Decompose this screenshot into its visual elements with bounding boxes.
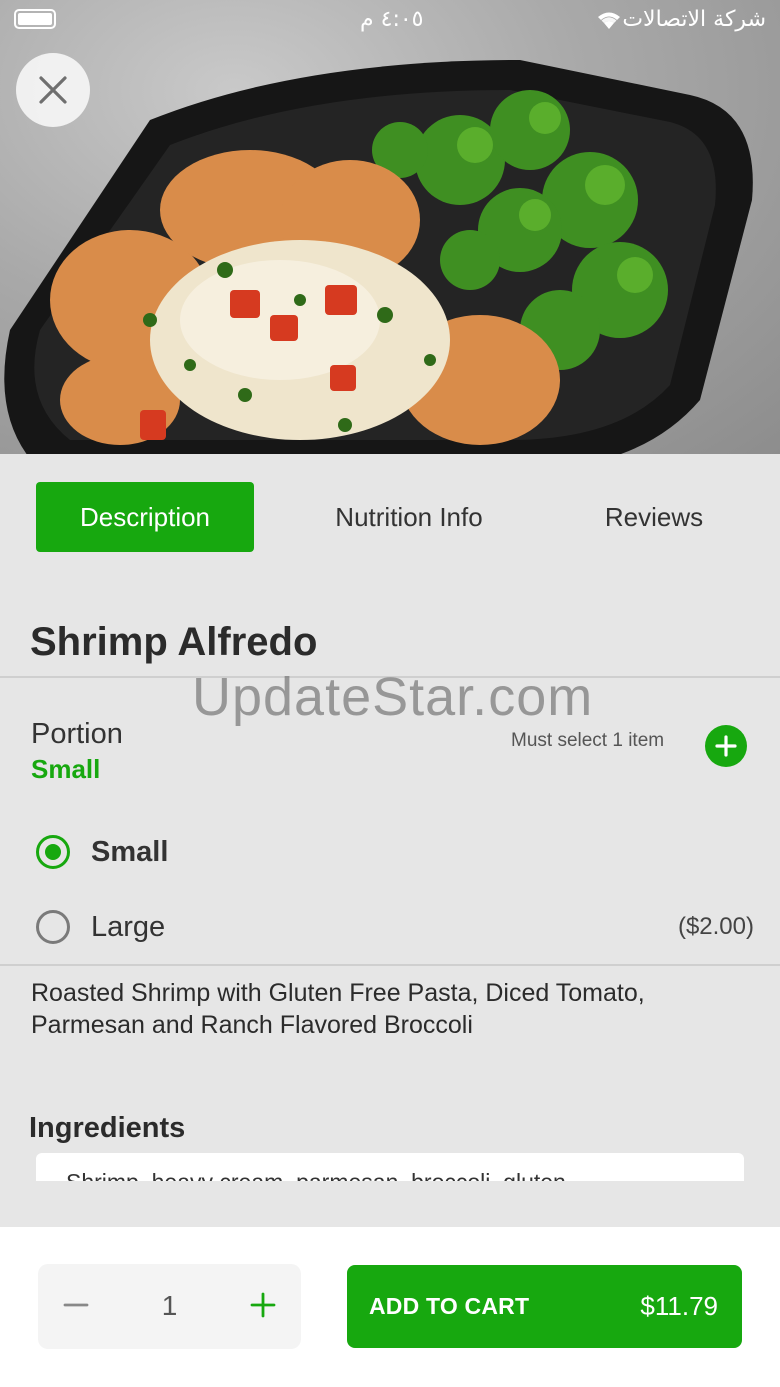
divider [0, 964, 780, 966]
product-photo [0, 0, 780, 454]
battery-icon [14, 9, 56, 29]
portion-requirement: Must select 1 item [511, 730, 665, 751]
food-illustration [4, 60, 753, 454]
add-to-cart-button[interactable]: ADD TO CART $11.79 [347, 1265, 742, 1348]
portion-label: Portion [31, 718, 123, 750]
product-title: Shrimp Alfredo [30, 620, 318, 664]
ingredients-text: Shrimp, heavy cream, parmesan, broccoli,… [66, 1169, 566, 1181]
tab-reviews[interactable]: Reviews [545, 482, 763, 552]
close-button[interactable] [16, 53, 90, 127]
wifi-icon [598, 12, 620, 29]
bottom-bar: 1 ADD TO CART $11.79 [0, 1227, 780, 1387]
plus-icon [250, 1292, 276, 1318]
status-time: ٤:٠٥ م [360, 7, 424, 32]
tab-nutrition-info[interactable]: Nutrition Info [300, 482, 518, 552]
quantity-stepper: 1 [38, 1264, 301, 1349]
add-to-cart-label: ADD TO CART [369, 1293, 530, 1319]
radio-large[interactable] [36, 910, 70, 944]
tab-bar: Description Nutrition Info Reviews [0, 482, 780, 552]
plus-icon [715, 735, 737, 757]
tab-description[interactable]: Description [36, 482, 254, 552]
carrier-name: شركة الاتصالات [622, 7, 766, 32]
expand-portion-button[interactable] [705, 725, 747, 767]
option-price-large: ($2.00) [677, 913, 754, 940]
increment-button[interactable] [243, 1285, 283, 1325]
status-bar: ٤:٠٥ م شركة الاتصالات [0, 0, 780, 40]
close-icon [39, 76, 67, 104]
watermark: UpdateStar.com [192, 667, 594, 727]
option-label-large[interactable]: Large [91, 911, 165, 944]
product-description: Roasted Shrimp with Gluten Free Pasta, D… [31, 979, 645, 1039]
option-label-small[interactable]: Small [91, 836, 168, 869]
radio-small[interactable] [36, 835, 70, 869]
ingredients-box: Shrimp, heavy cream, parmesan, broccoli,… [36, 1153, 744, 1181]
cart-price: $11.79 [640, 1291, 718, 1321]
portion-selected-value: Small [31, 754, 101, 784]
ingredients-title: Ingredients [29, 1112, 186, 1144]
